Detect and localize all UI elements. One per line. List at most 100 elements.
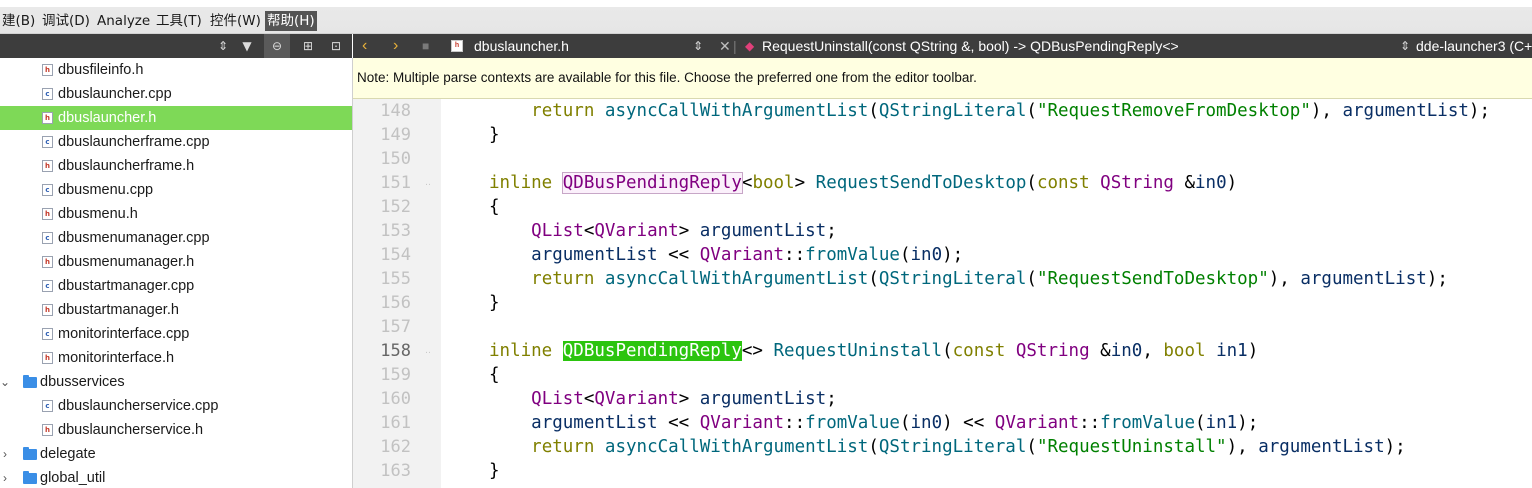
menu-debug[interactable]: 调试(D) xyxy=(40,11,92,31)
cpp-file-icon: c xyxy=(42,280,53,292)
line-number: 156 xyxy=(380,293,411,313)
fold-marker-icon[interactable]: ‥ xyxy=(425,171,431,195)
header-file-icon: h xyxy=(42,352,53,364)
code-line: argumentList << QVariant::fromValue(in0)… xyxy=(489,411,1258,435)
menu-analyze[interactable]: Analyze xyxy=(95,11,152,31)
code-token: ; xyxy=(826,221,837,241)
code-token: fromValue xyxy=(805,413,900,433)
code-token: QStringLiteral xyxy=(878,101,1027,121)
updown-arrows-icon[interactable]: ⇕ xyxy=(693,34,703,58)
code-token: > xyxy=(794,173,816,193)
cpp-file-icon: c xyxy=(42,136,53,148)
cpp-file-icon: c xyxy=(42,400,53,412)
tree-item[interactable]: h dbusmenumanager.h xyxy=(0,250,352,274)
file-selector[interactable]: dbuslauncher.h xyxy=(474,34,569,58)
code-token: in1 xyxy=(1216,341,1248,361)
info-bar-text: Note: Multiple parse contexts are availa… xyxy=(357,70,977,85)
header-file-icon: h xyxy=(42,256,53,268)
code-line: return asyncCallWithArgumentList(QString… xyxy=(489,267,1448,291)
folder-icon xyxy=(23,375,37,388)
code-token: argumentList xyxy=(531,245,658,265)
menu-help[interactable]: 帮助(H) xyxy=(265,11,317,31)
code-token: RequestSendToDesktop xyxy=(815,173,1027,193)
chevron-right-icon[interactable]: › xyxy=(0,466,10,488)
symbol-icon: ◆ xyxy=(745,39,755,53)
tree-item-selected[interactable]: h dbuslauncher.h xyxy=(0,106,352,130)
tree-item[interactable]: c dbuslauncherframe.cpp xyxy=(0,130,352,154)
lock-icon: ■ xyxy=(422,39,430,53)
code-token: argumentList xyxy=(531,413,658,433)
code-token: << xyxy=(657,245,700,265)
context-selector[interactable]: dde-launcher3 (C+ xyxy=(1416,34,1532,58)
code-token: ( xyxy=(868,269,879,289)
cpp-file-icon: c xyxy=(42,88,53,100)
tree-item[interactable]: h dbusmenu.h xyxy=(0,202,352,226)
tree-item[interactable]: c dbuslauncher.cpp xyxy=(0,82,352,106)
tree-item[interactable]: h monitorinterface.h xyxy=(0,346,352,370)
close-panel-icon[interactable]: ⊡ xyxy=(326,34,346,58)
forward-arrow-icon[interactable]: › xyxy=(393,34,398,58)
code-token: inline xyxy=(489,173,553,193)
code-token: ( xyxy=(1026,269,1037,289)
code-token: argumentList xyxy=(1258,437,1385,457)
tree-item[interactable]: h dbuslauncherservice.h xyxy=(0,418,352,442)
menu-widgets[interactable]: 控件(W) xyxy=(208,11,263,31)
link-icon[interactable]: ⊖ xyxy=(264,34,290,58)
line-number: 153 xyxy=(380,221,411,241)
tree-item[interactable]: h dbusfileinfo.h xyxy=(0,58,352,82)
close-icon[interactable]: ✕ xyxy=(719,34,731,58)
code-token: ) << xyxy=(942,413,995,433)
menu-tools[interactable]: 工具(T) xyxy=(154,11,204,31)
updown-arrows-icon[interactable]: ⇕ xyxy=(214,34,232,58)
code-token: ; xyxy=(826,389,837,409)
code-token: in0 xyxy=(910,413,943,433)
info-bar: Note: Multiple parse contexts are availa… xyxy=(353,58,1532,99)
code-token: ( xyxy=(942,341,953,361)
cpp-file-icon: c xyxy=(42,232,53,244)
back-arrow-icon[interactable]: ‹ xyxy=(362,34,367,58)
code-token: & xyxy=(1089,341,1111,361)
code-token: QVariant xyxy=(699,245,785,265)
line-number: 161 xyxy=(380,413,411,433)
chevron-right-icon[interactable]: › xyxy=(0,442,10,466)
tree-item[interactable]: c dbustartmanager.cpp xyxy=(0,274,352,298)
tree-item[interactable]: c dbuslauncherservice.cpp xyxy=(0,394,352,418)
fold-marker-icon[interactable]: ‥ xyxy=(425,339,431,363)
split-add-icon[interactable]: ⊞ xyxy=(296,34,320,58)
selected-token: QDBusPendingReply xyxy=(562,341,742,361)
code-token: <> xyxy=(741,341,774,361)
tree-item[interactable]: h dbuslauncherframe.h xyxy=(0,154,352,178)
tree-item[interactable]: c dbusmenu.cpp xyxy=(0,178,352,202)
tree-folder[interactable]: › delegate xyxy=(0,442,352,466)
updown-arrows-icon[interactable]: ⇕ xyxy=(1400,34,1410,58)
filter-icon[interactable]: ▼ xyxy=(236,34,258,58)
tree-item[interactable]: c dbusmenumanager.cpp xyxy=(0,226,352,250)
code-token: "RequestUninstall" xyxy=(1036,437,1227,457)
code-token: ( xyxy=(868,437,879,457)
code-token: in0 xyxy=(910,245,943,265)
code-line: } xyxy=(489,123,500,147)
code-editor[interactable]: return asyncCallWithArgumentList(QString… xyxy=(441,99,1532,488)
code-token: ), xyxy=(1310,101,1343,121)
header-file-icon: h xyxy=(42,208,53,220)
menu-build[interactable]: 建(B) xyxy=(0,11,37,31)
line-number: 151 xyxy=(380,173,411,193)
line-number: 162 xyxy=(380,437,411,457)
code-line: inline QDBusPendingReply<bool> RequestSe… xyxy=(489,171,1237,195)
tree-folder[interactable]: ⌄ dbusservices xyxy=(0,370,352,394)
tree-item[interactable]: h dbustartmanager.h xyxy=(0,298,352,322)
symbol-selector[interactable]: RequestUninstall(const QString &, bool) … xyxy=(762,34,1179,58)
code-line: return asyncCallWithArgumentList(QString… xyxy=(489,99,1490,123)
tree-folder[interactable]: › global_util xyxy=(0,466,352,488)
tree-item[interactable]: c monitorinterface.cpp xyxy=(0,322,352,346)
code-token: argumentList xyxy=(1300,269,1427,289)
line-number: 160 xyxy=(380,389,411,409)
code-token: in0 xyxy=(1110,341,1143,361)
chevron-down-icon[interactable]: ⌄ xyxy=(0,370,10,394)
